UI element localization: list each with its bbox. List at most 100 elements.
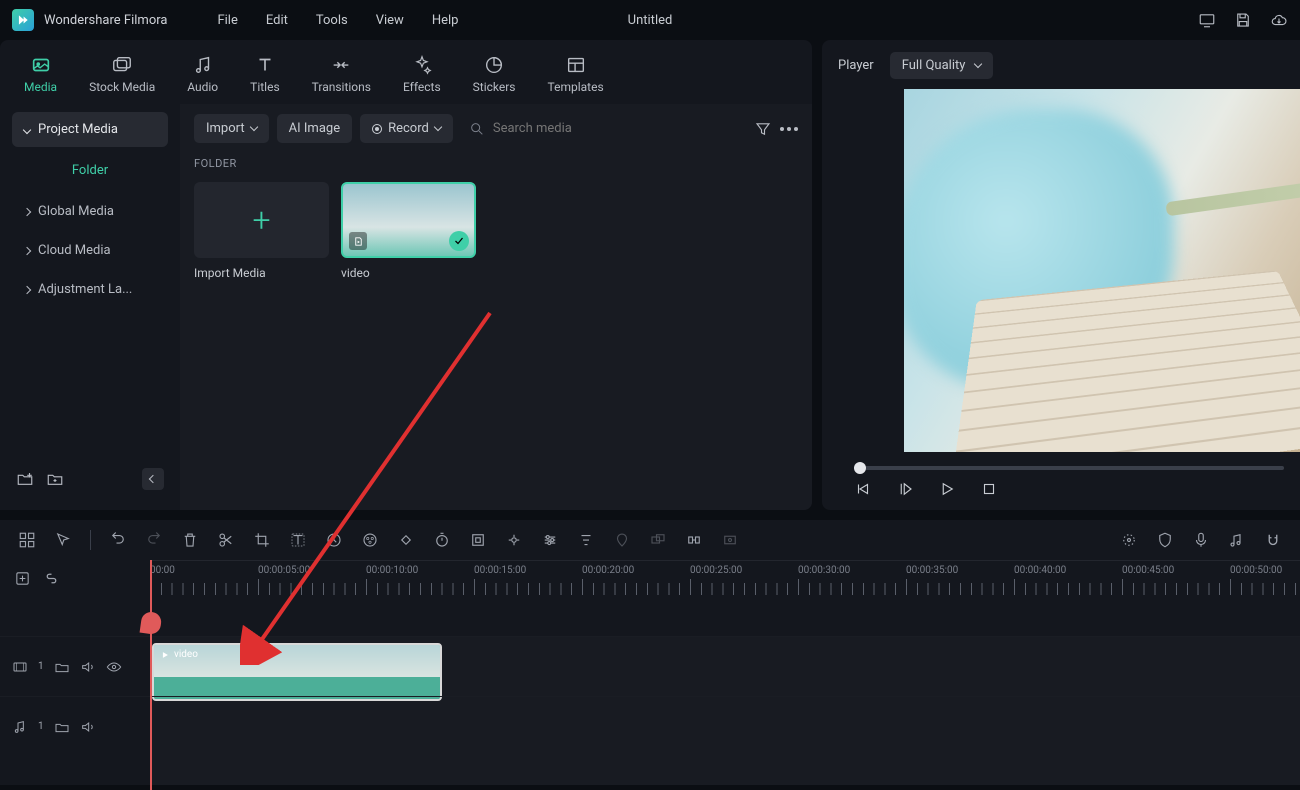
text-icon[interactable] xyxy=(289,531,307,549)
quality-dropdown[interactable]: Full Quality xyxy=(890,52,994,79)
cursor-icon[interactable] xyxy=(54,531,72,549)
menu-file[interactable]: File xyxy=(217,13,237,28)
sidebar-item-global-media[interactable]: Global Media xyxy=(12,194,168,229)
check-badge-icon xyxy=(449,231,469,251)
redo-icon[interactable] xyxy=(145,531,163,549)
ruler-tick: 00:00:05:00 xyxy=(258,565,310,576)
search-input[interactable] xyxy=(493,121,738,136)
save-icon[interactable] xyxy=(1234,11,1252,29)
timeline-tracks: 1 1 video xyxy=(0,596,1300,785)
record-button[interactable]: Record xyxy=(360,114,453,143)
ruler-tick: 00:00:35:00 xyxy=(906,565,958,576)
media-toolbar: Import AI Image Record xyxy=(194,114,798,143)
shield-icon[interactable] xyxy=(1156,531,1174,549)
ai-image-button[interactable]: AI Image xyxy=(277,114,352,143)
media-panel: Media Stock Media Audio Titles Transitio… xyxy=(0,40,812,510)
titlebar: Wondershare Filmora File Edit Tools View… xyxy=(0,0,1300,40)
add-track-icon[interactable] xyxy=(14,570,31,587)
chroma-icon[interactable] xyxy=(613,531,631,549)
menu-view[interactable]: View xyxy=(376,13,404,28)
tab-effects[interactable]: Effects xyxy=(389,48,455,104)
stop-button[interactable] xyxy=(980,480,998,498)
lock-track-icon[interactable] xyxy=(54,659,70,675)
more-options-button[interactable] xyxy=(780,127,798,131)
audio-track-lane[interactable] xyxy=(150,696,1300,756)
render-icon[interactable] xyxy=(721,531,739,549)
tab-stock-media[interactable]: Stock Media xyxy=(75,48,169,104)
ruler-tick: 00:00:40:00 xyxy=(1014,565,1066,576)
tab-templates[interactable]: Templates xyxy=(534,48,618,104)
import-button[interactable]: Import xyxy=(194,114,269,143)
scrub-handle[interactable] xyxy=(854,462,866,474)
link-icon[interactable] xyxy=(43,570,60,587)
ruler-tick: 00:00:15:00 xyxy=(474,565,526,576)
sidebar-item-adjustment-layer[interactable]: Adjustment La... xyxy=(12,272,168,307)
media-clip-video[interactable]: video xyxy=(341,182,476,280)
mute-track-icon[interactable] xyxy=(80,659,96,675)
crop-icon[interactable] xyxy=(253,531,271,549)
media-grid: + Import Media video xyxy=(194,182,798,280)
playhead[interactable] xyxy=(150,560,152,790)
tab-stickers[interactable]: Stickers xyxy=(459,48,530,104)
section-label: FOLDER xyxy=(194,157,798,170)
filter-icon[interactable] xyxy=(754,120,772,138)
menu-tools[interactable]: Tools xyxy=(316,13,348,28)
color-icon[interactable] xyxy=(361,531,379,549)
tab-audio[interactable]: Audio xyxy=(173,48,232,104)
magnet-icon[interactable] xyxy=(1264,531,1282,549)
timeline-panel: 00:0000:00:05:0000:00:10:0000:00:15:0000… xyxy=(0,520,1300,785)
timeline-toolbar xyxy=(0,520,1300,560)
expand-icon[interactable] xyxy=(685,531,703,549)
delete-icon[interactable] xyxy=(181,531,199,549)
undo-icon[interactable] xyxy=(109,531,127,549)
visible-track-icon[interactable] xyxy=(106,659,122,675)
import-media-slot[interactable]: + Import Media xyxy=(194,182,329,280)
split-icon xyxy=(217,531,235,549)
marker-icon[interactable] xyxy=(1120,531,1138,549)
play-pause-button[interactable] xyxy=(896,480,914,498)
layout-icon[interactable] xyxy=(18,531,36,549)
speed-icon[interactable] xyxy=(325,531,343,549)
keyframe-icon[interactable] xyxy=(397,531,415,549)
display-icon[interactable] xyxy=(1198,11,1216,29)
collapse-sidebar-button[interactable] xyxy=(142,468,164,490)
menu-edit[interactable]: Edit xyxy=(266,13,288,28)
tab-media[interactable]: Media xyxy=(10,48,71,104)
timeline-clip-video[interactable]: video xyxy=(152,643,442,701)
group-icon[interactable] xyxy=(649,531,667,549)
mute-audio-icon[interactable] xyxy=(80,719,96,735)
video-track-icon xyxy=(12,659,28,675)
track-motion-icon[interactable] xyxy=(505,531,523,549)
menu-help[interactable]: Help xyxy=(432,13,459,28)
ruler-tick: 00:00:10:00 xyxy=(366,565,418,576)
track-lanes[interactable]: video xyxy=(150,596,1300,785)
preview-viewport[interactable] xyxy=(904,89,1300,452)
sidebar-folder-label[interactable]: Folder xyxy=(12,151,168,190)
media-sidebar: Project Media Folder Global Media Cloud … xyxy=(0,104,180,510)
player-controls xyxy=(838,480,1300,498)
play-button[interactable] xyxy=(938,480,956,498)
timeline-left-header xyxy=(0,560,150,596)
sidebar-item-project-media[interactable]: Project Media xyxy=(12,112,168,147)
audio-mixer-icon[interactable] xyxy=(1228,531,1246,549)
timer-icon[interactable] xyxy=(433,531,451,549)
cloud-icon[interactable] xyxy=(1270,11,1288,29)
filters-icon[interactable] xyxy=(577,531,595,549)
sidebar-item-cloud-media[interactable]: Cloud Media xyxy=(12,233,168,268)
clip-type-icon xyxy=(349,232,367,250)
app-title: Wondershare Filmora xyxy=(44,13,167,28)
new-folder-icon[interactable] xyxy=(46,470,64,488)
tab-transitions[interactable]: Transitions xyxy=(298,48,385,104)
timeline-ruler[interactable]: 00:0000:00:05:0000:00:10:0000:00:15:0000… xyxy=(150,560,1300,596)
video-track-lane[interactable]: video xyxy=(150,636,1300,696)
prev-frame-button[interactable] xyxy=(854,480,872,498)
lock-audio-icon[interactable] xyxy=(54,719,70,735)
mask-icon[interactable] xyxy=(469,531,487,549)
adjust-icon[interactable] xyxy=(541,531,559,549)
add-folder-icon[interactable] xyxy=(16,470,34,488)
video-track-header: 1 xyxy=(0,636,150,696)
tab-titles[interactable]: Titles xyxy=(236,48,293,104)
scrubber[interactable] xyxy=(854,466,1284,470)
ruler-tick: 00:00:30:00 xyxy=(798,565,850,576)
mic-icon[interactable] xyxy=(1192,531,1210,549)
